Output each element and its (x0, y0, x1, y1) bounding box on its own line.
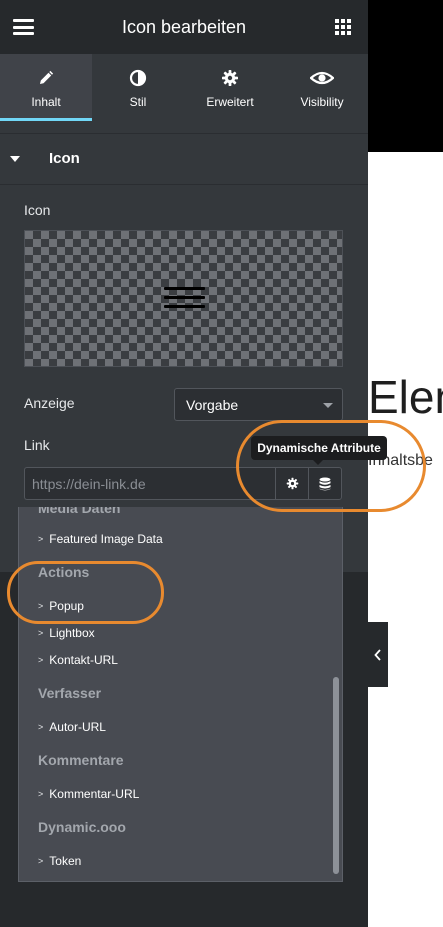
tab-label: Inhalt (31, 95, 61, 109)
dropdown-group-label: Media Daten (38, 507, 121, 516)
contrast-icon (92, 69, 184, 87)
pencil-icon (0, 69, 92, 87)
display-field-label: Anzeige (24, 395, 75, 411)
widgets-grid-icon[interactable] (335, 19, 351, 35)
tab-visibility[interactable]: Visibility (276, 54, 368, 121)
dropdown-scrollbar[interactable] (333, 677, 339, 874)
panel-tabs: Inhalt Stil Erweitert Visibility (0, 54, 368, 121)
link-field-label: Link (24, 437, 50, 453)
section-icon-header[interactable]: Icon (0, 133, 368, 185)
gear-icon (184, 69, 276, 87)
section-title: Icon (49, 150, 80, 167)
dropdown-group-kommentare: Kommentare (38, 752, 124, 768)
chevron-right-icon: > (38, 789, 44, 799)
icon-picker[interactable] (24, 230, 343, 367)
highlight-popup (7, 561, 164, 624)
icon-field-label: Icon (24, 202, 51, 218)
dropdown-option-lightbox[interactable]: > Lightbox (38, 626, 95, 640)
tab-stil[interactable]: Stil (92, 54, 184, 121)
dropdown-option-autor-url[interactable]: > Autor-URL (38, 720, 106, 734)
caret-down-icon (10, 156, 20, 162)
chevron-right-icon: > (38, 628, 44, 638)
dropdown-option-featured-image-data[interactable]: > Featured Image Data (38, 532, 163, 546)
tab-label: Stil (129, 95, 147, 109)
eye-icon (276, 69, 368, 87)
chevron-down-icon (323, 403, 333, 408)
dropdown-option-kommentar-url[interactable]: > Kommentar-URL (38, 787, 139, 801)
panel-header: Icon bearbeiten (0, 0, 368, 54)
chevron-right-icon: > (38, 655, 44, 665)
chevron-right-icon: > (38, 856, 44, 866)
dropdown-option-token[interactable]: > Token (38, 854, 81, 868)
collapse-panel-button[interactable] (368, 622, 388, 687)
chevron-left-icon (374, 648, 381, 661)
tab-label: Visibility (300, 95, 344, 109)
tab-label: Erweitert (206, 95, 254, 109)
preview-heading: Elen (368, 371, 443, 423)
preview-video-block (368, 0, 443, 152)
dropdown-option-kontakt-url[interactable]: > Kontakt-URL (38, 653, 118, 667)
dropdown-group-verfasser: Verfasser (38, 685, 102, 701)
display-select-value: Vorgabe (186, 397, 239, 413)
panel-title: Icon bearbeiten (121, 17, 247, 37)
chevron-right-icon: > (38, 722, 44, 732)
hamburger-icon (164, 287, 205, 314)
dropdown-group-dynamic-ooo: Dynamic.ooo (38, 819, 126, 835)
display-select[interactable]: Vorgabe (174, 388, 343, 421)
tab-erweitert[interactable]: Erweitert (184, 54, 276, 121)
highlight-dynamic-tags (236, 420, 426, 512)
dropdown-scrollbar-thumb[interactable] (333, 677, 339, 874)
chevron-right-icon: > (38, 534, 44, 544)
tab-inhalt[interactable]: Inhalt (0, 54, 92, 121)
